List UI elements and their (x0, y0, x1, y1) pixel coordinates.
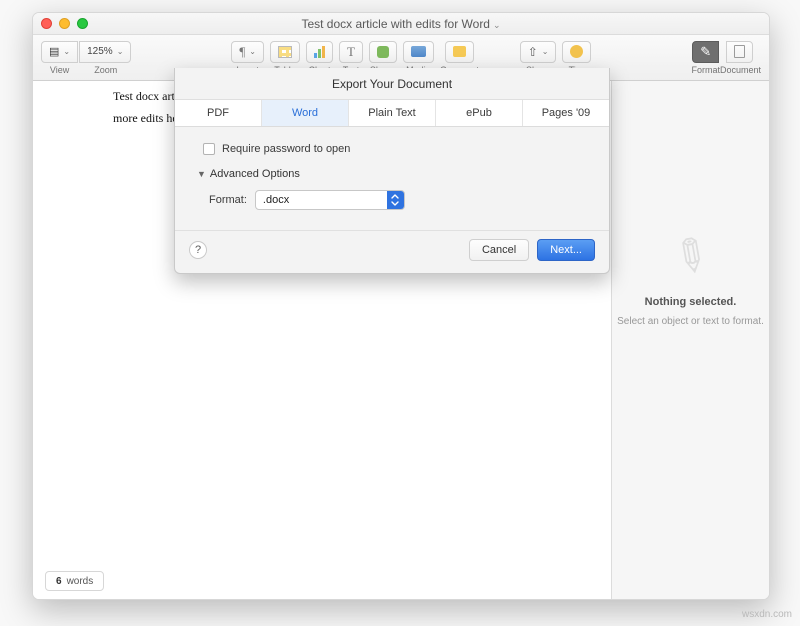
brush-icon: ✎ (700, 44, 711, 60)
table-button[interactable] (270, 41, 300, 63)
paragraph-icon: ¶ (239, 44, 245, 60)
media-icon (411, 46, 426, 57)
tips-icon (570, 45, 583, 58)
advanced-options-toggle[interactable]: ▼ Advanced Options (197, 165, 587, 190)
advanced-options-label: Advanced Options (210, 168, 300, 180)
zoom-label: Zoom (94, 65, 117, 75)
word-count[interactable]: 6 words (45, 571, 104, 591)
tab-word[interactable]: Word (262, 100, 349, 126)
tips-button[interactable] (562, 41, 591, 63)
format-value: .docx (256, 194, 387, 206)
panel-icon: ▤ (49, 45, 59, 58)
view-group: ▤⌄ View (41, 41, 78, 75)
media-button[interactable] (403, 41, 434, 63)
zoom-group: 125% ⌄ Zoom (80, 41, 131, 75)
view-label: View (50, 65, 69, 75)
comment-button[interactable] (445, 41, 474, 63)
next-label: Next... (550, 244, 582, 256)
zoom-value: 125% (87, 46, 113, 57)
tab-pdf[interactable]: PDF (175, 100, 262, 126)
sidebar-title: Nothing selected. (645, 296, 737, 308)
chevron-down-icon: ⌄ (63, 47, 70, 56)
word-count-unit: words (67, 576, 94, 587)
sidebar-subtitle: Select an object or text to format. (617, 316, 764, 327)
inspector-sidebar: ✎ Nothing selected. Select an object or … (611, 81, 769, 599)
brush-large-icon: ✎ (661, 225, 720, 288)
format-label: Format: (209, 194, 247, 206)
watermark: wsxdn.com (742, 609, 792, 620)
next-button[interactable]: Next... (537, 239, 595, 261)
format-button[interactable]: ✎ (692, 41, 719, 63)
export-dialog: Export Your Document PDF Word Plain Text… (174, 68, 610, 274)
share-button[interactable]: ⇧⌄ (520, 41, 557, 63)
require-password-label: Require password to open (222, 143, 350, 155)
document-icon (734, 45, 745, 58)
tab-plain-text[interactable]: Plain Text (349, 100, 436, 126)
text-icon: T (347, 44, 355, 60)
chart-button[interactable] (306, 41, 333, 63)
dialog-title: Export Your Document (175, 68, 609, 99)
comment-icon (453, 46, 466, 57)
chevron-down-icon: ⌄ (249, 47, 256, 56)
zoom-button[interactable]: 125% ⌄ (79, 41, 131, 63)
format-select[interactable]: .docx (255, 190, 405, 210)
title-chevron-icon[interactable]: ⌄ (493, 20, 501, 30)
select-stepper-icon (387, 191, 404, 209)
help-icon: ? (195, 244, 201, 256)
cancel-button[interactable]: Cancel (469, 239, 529, 261)
chevron-down-icon: ⌄ (542, 47, 549, 56)
titlebar: Test docx article with edits for Word⌄ (33, 13, 769, 35)
chart-icon (314, 46, 325, 58)
document-button[interactable] (726, 41, 753, 63)
table-icon (278, 46, 292, 58)
word-count-number: 6 (56, 576, 62, 587)
window-title: Test docx article with edits for Word⌄ (33, 17, 769, 31)
format-label: Format (691, 65, 720, 75)
insert-button[interactable]: ¶⌄ (231, 41, 264, 63)
help-button[interactable]: ? (189, 241, 207, 259)
shape-icon (377, 46, 389, 58)
document-label: Document (720, 65, 761, 75)
text-button[interactable]: T (339, 41, 363, 63)
export-tabs: PDF Word Plain Text ePub Pages '09 (175, 99, 609, 127)
disclosure-triangle-icon: ▼ (197, 169, 206, 179)
view-button[interactable]: ▤⌄ (41, 41, 78, 63)
tab-pages09[interactable]: Pages '09 (523, 100, 609, 126)
require-password-checkbox[interactable] (203, 143, 215, 155)
shape-button[interactable] (369, 41, 397, 63)
chevron-down-icon: ⌄ (117, 47, 124, 56)
share-icon: ⇧ (528, 45, 538, 59)
cancel-label: Cancel (482, 244, 516, 256)
tab-epub[interactable]: ePub (436, 100, 523, 126)
